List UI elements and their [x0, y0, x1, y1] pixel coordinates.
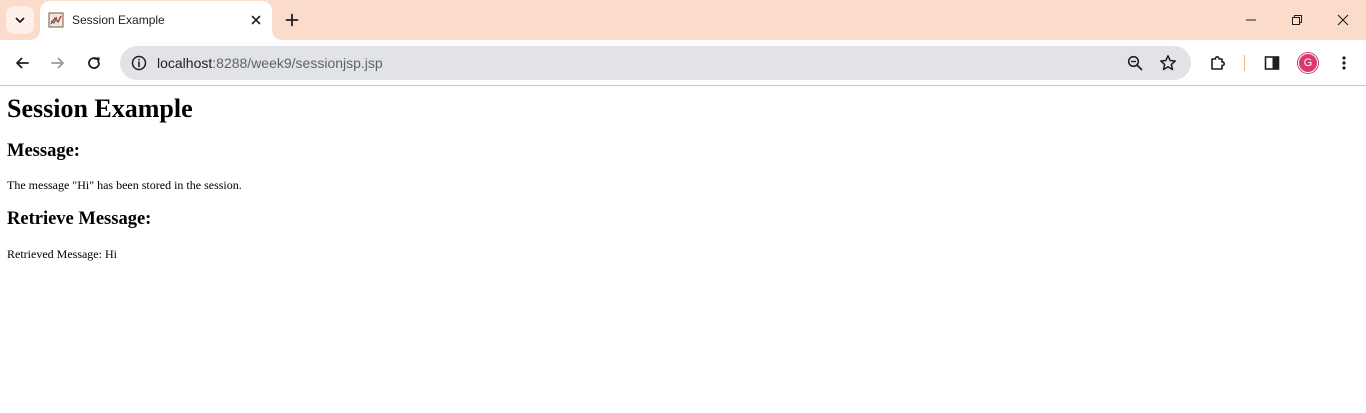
tab-title: Session Example: [72, 13, 165, 27]
zoom-button[interactable]: [1123, 51, 1147, 75]
message-text: The message "Hi" has been stored in the …: [7, 178, 242, 192]
restore-icon: [1292, 15, 1302, 25]
minimize-button[interactable]: [1228, 0, 1274, 40]
zoom-out-icon: [1127, 55, 1143, 71]
plus-icon: [285, 13, 299, 27]
url-path: :8288/week9/sessionjsp.jsp: [212, 55, 383, 71]
browser-toolbar: localhost:8288/week9/sessionjsp.jsp G: [0, 40, 1366, 86]
side-panel-icon: [1264, 56, 1280, 70]
puzzle-icon: [1211, 56, 1225, 70]
restore-button[interactable]: [1274, 0, 1320, 40]
retrieved-message-text: Retrieved Message: Hi: [7, 247, 117, 261]
extensions-button[interactable]: [1202, 47, 1234, 79]
tab-close-button[interactable]: [246, 10, 266, 30]
arrow-left-icon: [16, 57, 29, 69]
new-tab-button[interactable]: [280, 8, 304, 32]
favicon-icon: [48, 12, 64, 28]
address-bar[interactable]: localhost:8288/week9/sessionjsp.jsp: [120, 46, 1191, 80]
retrieve-heading: Retrieve Message:: [7, 209, 152, 229]
tab-strip: Session Example: [0, 0, 1366, 40]
close-icon: [1337, 14, 1349, 26]
window-close-button[interactable]: [1320, 0, 1366, 40]
star-icon: [1160, 55, 1176, 71]
arrow-right-icon: [51, 57, 64, 69]
url-host: localhost: [157, 55, 213, 71]
browser-menu-button[interactable]: [1328, 47, 1360, 79]
toolbar-divider: [1244, 55, 1245, 71]
more-vertical-icon: [1342, 56, 1346, 70]
page-title: Session Example: [7, 94, 193, 123]
back-button[interactable]: [6, 47, 38, 79]
site-info-button[interactable]: [125, 49, 153, 77]
profile-avatar[interactable]: G: [1298, 53, 1318, 73]
active-tab[interactable]: Session Example: [40, 1, 272, 40]
reload-icon: [88, 57, 100, 69]
close-icon: [251, 15, 261, 25]
bookmark-button[interactable]: [1156, 51, 1180, 75]
page-content: Session Example Message: The message "Hi…: [0, 87, 1366, 413]
reload-button[interactable]: [78, 47, 110, 79]
minimize-icon: [1246, 19, 1256, 21]
chevron-down-icon: [15, 17, 25, 23]
forward-button[interactable]: [42, 47, 74, 79]
message-heading: Message:: [7, 141, 80, 161]
side-panel-button[interactable]: [1256, 47, 1288, 79]
url-text[interactable]: localhost:8288/week9/sessionjsp.jsp: [157, 55, 383, 71]
info-icon: [131, 55, 147, 71]
